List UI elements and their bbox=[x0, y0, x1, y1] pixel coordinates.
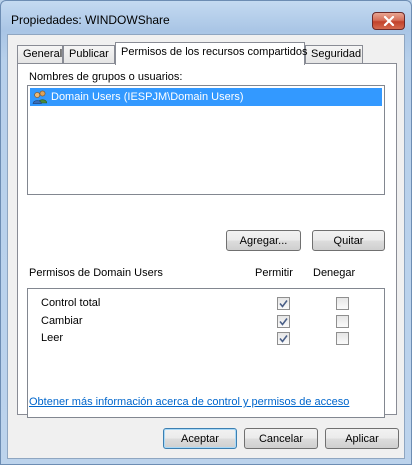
title-bar[interactable]: Propiedades: WINDOWShare bbox=[1, 1, 411, 33]
ok-button[interactable]: Aceptar bbox=[163, 428, 237, 449]
groups-listbox[interactable]: Domain Users (IESPJM\Domain Users) bbox=[27, 85, 385, 195]
properties-window: Propiedades: WINDOWShare General Publica… bbox=[0, 0, 412, 465]
deny-full-control-checkbox[interactable] bbox=[336, 297, 349, 310]
tab-strip: General Publicar Permisos de los recurso… bbox=[17, 42, 397, 65]
tab-label: Publicar bbox=[69, 48, 109, 60]
remove-button[interactable]: Quitar bbox=[312, 230, 385, 251]
tab-panel: Nombres de grupos o usuarios: Domain Use… bbox=[17, 63, 397, 418]
cancel-button[interactable]: Cancelar bbox=[244, 428, 318, 449]
close-button[interactable] bbox=[372, 12, 405, 30]
close-icon bbox=[383, 16, 395, 26]
access-control-help-link[interactable]: Obtener más información acerca de contro… bbox=[29, 396, 349, 408]
tab-general[interactable]: General bbox=[17, 45, 63, 64]
deny-column-header: Denegar bbox=[313, 267, 356, 279]
allow-read-checkbox[interactable] bbox=[277, 332, 290, 345]
allow-change-checkbox[interactable] bbox=[277, 315, 290, 328]
window-title: Propiedades: WINDOWShare bbox=[11, 13, 170, 27]
permissions-label: Permisos de Domain Users bbox=[29, 267, 163, 279]
groups-label: Nombres de grupos o usuarios: bbox=[29, 71, 183, 83]
list-item[interactable]: Domain Users (IESPJM\Domain Users) bbox=[30, 88, 382, 106]
apply-button[interactable]: Aplicar bbox=[325, 428, 399, 449]
allow-column-header: Permitir bbox=[255, 267, 293, 279]
users-group-icon bbox=[32, 90, 48, 104]
dialog-client-area: General Publicar Permisos de los recurso… bbox=[7, 34, 405, 459]
tab-security[interactable]: Seguridad bbox=[305, 45, 363, 64]
tab-publish[interactable]: Publicar bbox=[63, 45, 115, 64]
deny-change-checkbox[interactable] bbox=[336, 315, 349, 328]
tab-share-permissions[interactable]: Permisos de los recursos compartidos bbox=[115, 42, 308, 65]
add-button[interactable]: Agregar... bbox=[226, 230, 301, 251]
deny-read-checkbox[interactable] bbox=[336, 332, 349, 345]
permission-name: Control total bbox=[41, 297, 101, 309]
list-item-label: Domain Users (IESPJM\Domain Users) bbox=[51, 91, 244, 103]
permission-name: Cambiar bbox=[41, 315, 83, 327]
tab-label: General bbox=[23, 48, 63, 60]
permission-name: Leer bbox=[41, 332, 64, 344]
tab-label: Permisos de los recursos compartidos bbox=[121, 46, 308, 58]
tab-label: Seguridad bbox=[311, 48, 362, 60]
allow-full-control-checkbox[interactable] bbox=[277, 297, 290, 310]
